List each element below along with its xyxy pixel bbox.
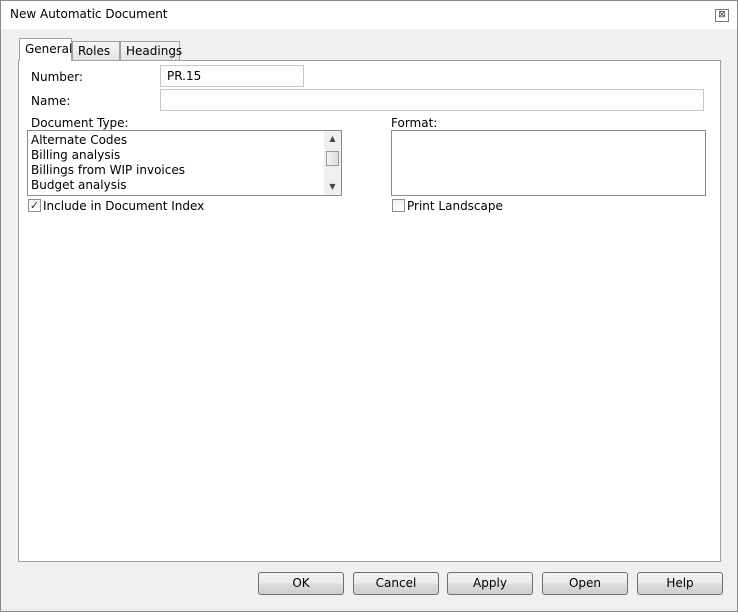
list-item[interactable]: Billings from WIP invoices	[31, 163, 185, 177]
number-field[interactable]: PR.15	[160, 65, 304, 87]
scroll-thumb[interactable]	[326, 151, 339, 166]
tab-roles[interactable]: Roles	[72, 41, 120, 61]
list-scrollbar[interactable]: ▲ ▼	[324, 131, 341, 195]
ok-button[interactable]: OK	[258, 572, 344, 595]
list-item[interactable]: Billing analysis	[31, 148, 120, 162]
document-type-list[interactable]: Alternate Codes Billing analysis Billing…	[27, 130, 342, 196]
list-item[interactable]: Alternate Codes	[31, 133, 127, 147]
scroll-up-icon[interactable]: ▲	[324, 131, 341, 147]
number-label: Number:	[31, 70, 84, 84]
name-field[interactable]	[160, 89, 704, 111]
apply-button[interactable]: Apply	[447, 572, 533, 595]
title-bar: New Automatic Document ⊠	[1, 1, 737, 29]
dialog-window: New Automatic Document ⊠ General Roles H…	[0, 0, 738, 612]
include-index-checkbox[interactable]: ✓	[28, 199, 41, 212]
open-button[interactable]: Open	[542, 572, 628, 595]
name-label: Name:	[31, 94, 71, 108]
format-list[interactable]	[391, 130, 706, 196]
tab-headings[interactable]: Headings	[120, 41, 182, 61]
include-index-label: Include in Document Index	[43, 199, 205, 213]
format-label: Format:	[391, 116, 438, 130]
print-landscape-checkbox[interactable]	[392, 199, 405, 212]
cancel-button[interactable]: Cancel	[353, 572, 439, 595]
scroll-down-icon[interactable]: ▼	[324, 179, 341, 195]
tab-general[interactable]: General	[19, 38, 72, 61]
help-button[interactable]: Help	[637, 572, 723, 595]
close-icon[interactable]: ⊠	[715, 9, 729, 22]
print-landscape-label: Print Landscape	[407, 199, 503, 213]
window-title: New Automatic Document	[10, 7, 168, 21]
list-item[interactable]: Budget analysis	[31, 178, 127, 192]
document-type-label: Document Type:	[31, 116, 129, 130]
